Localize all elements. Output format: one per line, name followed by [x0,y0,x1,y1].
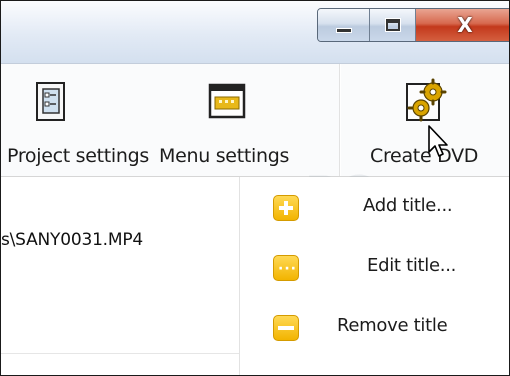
context-menu: Add title... ··· Edit title... Remove ti… [261,177,509,375]
minimize-icon [335,27,352,33]
ellipsis-icon: ··· [273,255,299,281]
create-dvd-gears-icon [406,78,447,122]
menu-settings-icon [208,83,246,119]
toolbar: Project settings Menu settings Create DV… [1,64,509,177]
row-divider [1,353,239,354]
close-button[interactable]: X [416,9,509,41]
toolbar-label: Menu settings [159,145,290,167]
title-bar: X [1,1,509,64]
window-controls: X [317,8,509,42]
project-settings-icon [36,82,65,121]
minimize-button[interactable] [318,9,370,41]
menu-item-label: Add title... [363,195,453,216]
app-window: X Project settings Menu settings Create … [0,0,510,376]
close-icon: X [457,13,473,37]
toolbar-label: Create DVD [370,145,479,167]
file-path-text: s\SANY0031.MP4 [1,230,144,250]
mouse-cursor-icon [428,125,448,157]
toolbar-label: Project settings [7,145,150,167]
toolbar-separator [339,64,341,176]
menu-item-label: Edit title... [367,255,457,276]
maximize-icon [384,18,401,32]
minus-icon [273,315,299,341]
menu-item-add-title[interactable]: Add title... [261,189,509,229]
title-list: s\SANY0031.MP4 [1,177,240,375]
menu-settings-button[interactable]: Menu settings [153,64,313,176]
plus-icon [273,195,299,221]
menu-item-remove-title[interactable]: Remove title [261,309,509,349]
list-item[interactable]: s\SANY0031.MP4 [1,230,143,250]
project-settings-button[interactable]: Project settings [1,64,150,176]
menu-item-edit-title[interactable]: ··· Edit title... [261,249,509,289]
menu-item-label: Remove title [337,315,448,336]
maximize-button[interactable] [370,9,416,41]
